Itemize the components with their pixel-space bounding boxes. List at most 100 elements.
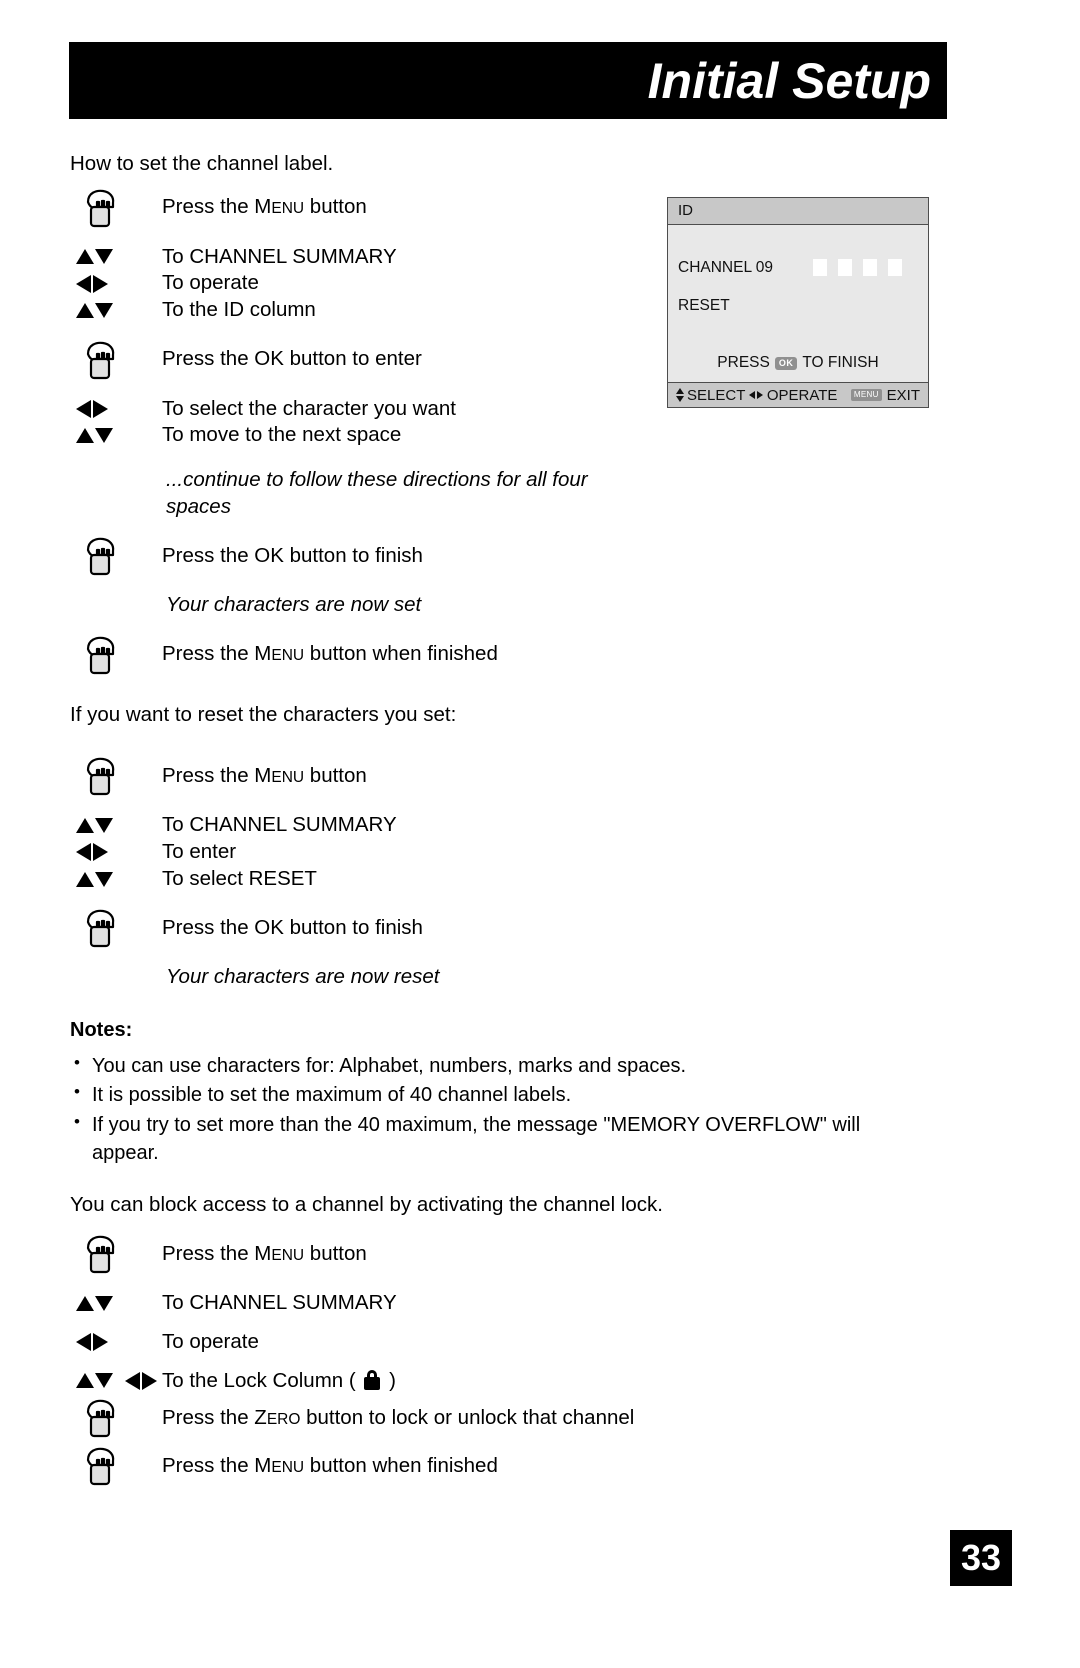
left-right-arrow-icon — [70, 399, 162, 418]
up-down-left-right-arrow-icon — [70, 1371, 162, 1390]
step-row: To operate — [70, 1329, 1010, 1356]
step-label: To the Lock Column ( ) — [162, 1368, 396, 1395]
step-label: Press the MENU button when finished — [162, 1453, 498, 1480]
osd-character-boxes — [813, 259, 902, 276]
step-row: To select RESET — [70, 866, 1010, 893]
step-text-pre: Press the — [162, 1405, 255, 1429]
page-number-badge: 33 — [950, 1530, 1012, 1586]
lock-icon — [364, 1369, 381, 1390]
steps-lock: Press the MENU button To CHANNEL SUMMARY… — [70, 1230, 1010, 1490]
osd-exit-group: MENU EXIT — [850, 386, 920, 404]
notes-block: Notes: You can use characters for: Alpha… — [70, 1019, 1010, 1168]
lock-column-text-pre: To the Lock Column ( — [162, 1368, 362, 1392]
up-down-arrow-icon — [70, 871, 162, 887]
step-row: Press the MENU button when finished — [70, 631, 1010, 679]
key-initial: M — [254, 195, 272, 219]
key-rest: ENU — [271, 1458, 305, 1476]
step-label: Press the OK button to finish — [162, 916, 423, 940]
continue-note: ...continue to follow these directions f… — [166, 467, 588, 518]
step-row: Press the OK button to finish — [70, 904, 1010, 952]
step-text-pre: Press the — [162, 1241, 255, 1265]
osd-char-box[interactable] — [813, 259, 827, 276]
key-initial: Z — [254, 1405, 267, 1429]
step-label: Press the MENU button — [162, 763, 367, 790]
note-item: You can use characters for: Alphabet, nu… — [70, 1051, 1010, 1080]
notes-list: You can use characters for: Alphabet, nu… — [70, 1051, 1010, 1168]
step-text-pre: Press the — [162, 1453, 255, 1477]
intro-paragraph: How to set the channel label. — [70, 152, 334, 175]
osd-select-label: SELECT — [687, 386, 746, 404]
osd-body: CHANNEL 09 RESET PRESS OK TO FINISH — [668, 225, 928, 382]
osd-char-box[interactable] — [863, 259, 877, 276]
osd-char-box[interactable] — [888, 259, 902, 276]
step-label: Press the MENU button when finished — [162, 641, 498, 668]
menu-key-icon: MENU — [850, 389, 882, 401]
ok-key-icon: OK — [774, 356, 798, 370]
up-down-arrow-icon — [676, 388, 684, 402]
reset-intro-paragraph: If you want to reset the characters you … — [70, 702, 457, 726]
step-label: To move to the next space — [162, 423, 402, 447]
osd-press-pre: PRESS — [717, 354, 770, 371]
up-down-arrow-icon — [70, 302, 162, 318]
left-right-arrow-icon — [70, 1333, 162, 1352]
step-row: Press the OK button to finish — [70, 532, 1010, 580]
osd-screen-mockup: ID CHANNEL 09 RESET PRESS OK TO FINISH S… — [667, 197, 929, 408]
step-label: To the ID column — [162, 297, 316, 321]
step-text-post: button to lock or unlock that channel — [300, 1405, 635, 1429]
osd-reset-label[interactable]: RESET — [678, 297, 730, 315]
up-down-arrow-icon — [70, 428, 162, 444]
step-text-post: button — [304, 1241, 367, 1265]
osd-operate-label: OPERATE — [766, 386, 838, 404]
hand-press-icon — [70, 337, 162, 383]
up-down-arrow-icon — [70, 818, 162, 834]
hand-press-icon — [70, 632, 162, 678]
up-down-arrow-icon — [70, 1296, 162, 1312]
left-right-arrow-icon — [749, 391, 763, 399]
step-label: To select the character you want — [162, 396, 456, 420]
hand-press-icon — [70, 1395, 162, 1441]
manual-page: Initial Setup How to set the channel lab… — [0, 0, 1080, 1668]
osd-exit-label: EXIT — [886, 386, 920, 404]
key-initial: M — [254, 764, 272, 788]
step-label: Press the OK button to enter — [162, 347, 422, 371]
osd-char-box[interactable] — [838, 259, 852, 276]
note-item: If you try to set more than the 40 maxim… — [70, 1110, 922, 1168]
hand-press-icon — [70, 753, 162, 799]
step-row: To enter — [70, 839, 1010, 866]
osd-footer-bar: SELECT OPERATE MENU EXIT — [668, 382, 928, 407]
steps-reset: Press the MENU button To CHANNEL SUMMARY… — [70, 752, 1010, 952]
step-label: Press the MENU button — [162, 1241, 367, 1268]
step-text-post: button — [304, 195, 367, 219]
step-text-pre: Press the — [162, 764, 255, 788]
step-label: To operate — [162, 1329, 259, 1353]
osd-press-post: TO FINISH — [802, 354, 879, 371]
hand-press-icon — [70, 185, 162, 231]
step-row: To CHANNEL SUMMARY — [70, 1290, 1010, 1317]
lock-intro-paragraph: You can block access to a channel by act… — [70, 1192, 663, 1216]
characters-reset-note: Your characters are now reset — [166, 965, 440, 989]
step-row: Press the MENU button when finished — [70, 1442, 1010, 1490]
lock-column-text-post: ) — [383, 1368, 396, 1392]
page-title: Initial Setup — [647, 52, 931, 109]
key-rest: ENU — [271, 769, 305, 787]
step-label: To CHANNEL SUMMARY — [162, 244, 397, 268]
step-text-post: button when finished — [304, 1453, 498, 1477]
hand-press-icon — [70, 1443, 162, 1489]
step-label: Press the OK button to finish — [162, 543, 423, 567]
step-label: Press the ZERO button to lock or unlock … — [162, 1405, 634, 1432]
osd-channel-label: CHANNEL 09 — [678, 259, 774, 276]
osd-select-group: SELECT OPERATE — [676, 387, 837, 404]
hand-press-icon — [70, 533, 162, 579]
step-label: To select RESET — [162, 866, 317, 890]
key-initial: M — [254, 642, 272, 666]
step-label: To CHANNEL SUMMARY — [162, 1291, 397, 1315]
key-initial: M — [254, 1453, 272, 1477]
key-rest: ENU — [271, 200, 305, 218]
key-initial: M — [254, 1241, 272, 1265]
characters-set-note: Your characters are now set — [166, 593, 422, 617]
left-right-arrow-icon — [70, 274, 162, 293]
step-text-pre: Press the — [162, 642, 255, 666]
key-rest: ENU — [271, 1246, 305, 1264]
step-label: Press the MENU button — [162, 194, 367, 221]
hand-press-icon — [70, 1231, 162, 1277]
